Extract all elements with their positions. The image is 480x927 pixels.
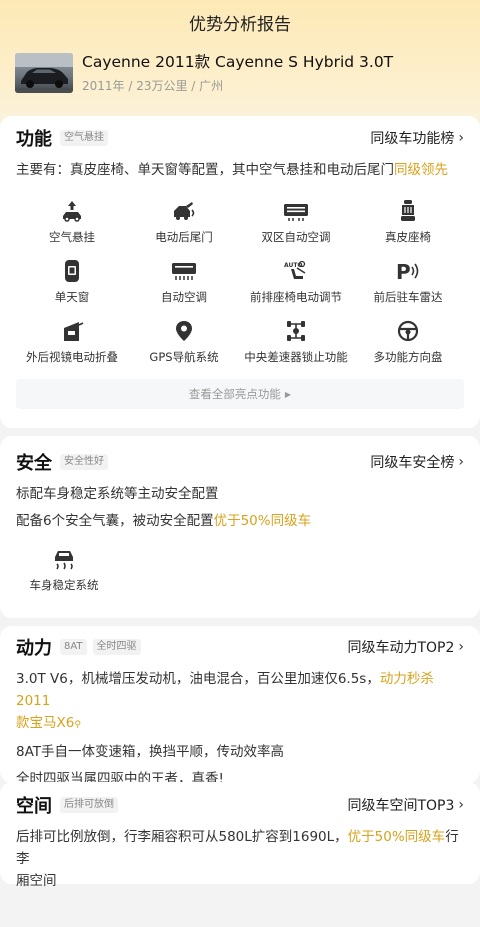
power-line-1: 3.0T V6，机械增压发动机，油电混合，百公里加速仅6.5s，动力秒杀 201… xyxy=(16,668,464,736)
parking-radar-icon: P xyxy=(395,259,421,283)
function-feature-grid: 空气悬挂 电动后尾门 双区自动空调 真皮座椅 单天窗 自动空调 AUTO 前排座… xyxy=(16,199,464,369)
view-all-label: 查看全部亮点功能 xyxy=(188,387,281,401)
search-icon[interactable]: ⚲ xyxy=(74,720,81,730)
feature-steering-wheel[interactable]: 多功能方向盘 xyxy=(352,319,464,369)
function-summary-text: 主要有：真皮座椅、单天窗等配置，其中空气悬挂和电动后尾门 xyxy=(16,162,394,178)
feature-label: 前后驻车雷达 xyxy=(373,290,443,304)
feature-parking-radar[interactable]: P 前后驻车雷达 xyxy=(352,259,464,309)
function-tag: 空气悬挂 xyxy=(60,130,108,146)
function-rank-link[interactable]: 同级车功能榜 › xyxy=(370,128,464,148)
chevron-right-icon: › xyxy=(458,454,464,470)
power-card: 动力 8AT 全时四驱 同级车动力TOP2 › 3.0T V6，机械增压发动机，… xyxy=(0,626,480,787)
safety-rank-link[interactable]: 同级车安全榜 › xyxy=(370,452,464,472)
chevron-right-icon: › xyxy=(458,130,464,146)
feature-leather-seat[interactable]: 真皮座椅 xyxy=(352,199,464,249)
space-line-1-text: 后排可比例放倒，行李厢容积可从580L扩容到1690L， xyxy=(16,829,348,845)
function-summary: 主要有：真皮座椅、单天窗等配置，其中空气悬挂和电动后尾门同级领先 xyxy=(16,159,464,181)
feature-stability-control[interactable]: 车身稳定系统 xyxy=(16,547,112,597)
feature-label: 前排座椅电动调节 xyxy=(250,290,342,304)
feature-gps[interactable]: GPS导航系统 xyxy=(128,319,240,369)
feature-label: 电动后尾门 xyxy=(155,230,213,244)
feature-label: 空气悬挂 xyxy=(49,230,95,244)
car-meta: 2011年 / 23万公里 / 广州 xyxy=(82,79,224,93)
feature-auto-ac[interactable]: 自动空调 xyxy=(128,259,240,309)
power-tag-transmission: 8AT xyxy=(60,639,87,655)
steering-wheel-icon xyxy=(395,319,421,343)
feature-mirror-fold[interactable]: 外后视镜电动折叠 xyxy=(16,319,128,369)
space-tag: 后排可放倒 xyxy=(60,797,118,813)
feature-air-suspension[interactable]: 空气悬挂 xyxy=(16,199,128,249)
sunroof-icon xyxy=(59,259,85,283)
chevron-right-icon: › xyxy=(458,639,464,655)
feature-label: GPS导航系统 xyxy=(149,350,219,364)
power-rank-link[interactable]: 同级车动力TOP2 › xyxy=(347,637,464,657)
space-rank-link[interactable]: 同级车空间TOP3 › xyxy=(347,795,464,815)
car-header[interactable]: Cayenne 2011款 Cayenne S Hybrid 3.0T 2011… xyxy=(15,52,393,94)
feature-label: 单天窗 xyxy=(54,290,90,304)
feature-dual-zone-ac[interactable]: 双区自动空调 xyxy=(240,199,352,249)
space-line-2: 厢空间 xyxy=(16,873,57,889)
power-tailgate-icon xyxy=(171,199,197,223)
svg-text:P: P xyxy=(396,260,411,283)
safety-line-2: 配备6个安全气囊，被动安全配置优于50%同级车 xyxy=(16,510,464,532)
dual-zone-ac-icon xyxy=(283,199,309,223)
space-line-1-highlight: 优于50%同级车 xyxy=(347,829,446,845)
auto-ac-icon xyxy=(171,259,197,283)
safety-rank-label: 同级车安全榜 xyxy=(370,455,455,471)
feature-label: 中央差速器锁止功能 xyxy=(244,350,348,364)
function-rank-label: 同级车功能榜 xyxy=(370,131,455,147)
power-compare-link[interactable]: 款宝马X6 xyxy=(16,715,74,731)
feature-diff-lock[interactable]: 中央差速器锁止功能 xyxy=(240,319,352,369)
function-summary-highlight: 同级领先 xyxy=(394,162,448,178)
safety-line-2-text: 配备6个安全气囊，被动安全配置 xyxy=(16,513,214,529)
safety-line-1: 标配车身稳定系统等主动安全配置 xyxy=(16,486,219,502)
feature-label: 车身稳定系统 xyxy=(29,578,99,592)
stability-control-icon xyxy=(51,547,77,571)
safety-line-2-highlight: 优于50%同级车 xyxy=(213,513,312,529)
page-title: 优势分析报告 xyxy=(189,15,291,35)
power-line-1-text: 3.0T V6，机械增压发动机，油电混合，百公里加速仅6.5s， xyxy=(16,671,380,687)
space-title: 空间 xyxy=(16,796,52,817)
power-title: 动力 xyxy=(16,638,52,659)
power-rank-label: 同级车动力TOP2 xyxy=(347,640,455,656)
function-card: 功能 空气悬挂 同级车功能榜 › 主要有：真皮座椅、单天窗等配置，其中空气悬挂和… xyxy=(0,116,480,428)
air-suspension-icon xyxy=(59,199,85,223)
triangle-right-icon: ▶ xyxy=(284,389,292,399)
function-title: 功能 xyxy=(16,129,52,150)
feature-sunroof[interactable]: 单天窗 xyxy=(16,259,128,309)
space-line-1: 后排可比例放倒，行李厢容积可从580L扩容到1690L，优于50%同级车行李 厢空… xyxy=(16,826,464,892)
space-rank-label: 同级车空间TOP3 xyxy=(347,798,455,814)
feature-label: 真皮座椅 xyxy=(385,230,431,244)
feature-label: 外后视镜电动折叠 xyxy=(26,350,118,364)
leather-seat-icon xyxy=(395,199,421,223)
diff-lock-icon xyxy=(283,319,309,343)
space-card: 空间 后排可放倒 同级车空间TOP3 › 后排可比例放倒，行李厢容积可从580L… xyxy=(0,782,480,889)
power-line-2: 8AT手自一体变速箱，换挡平顺，传动效率高 xyxy=(16,744,285,760)
view-all-features-button[interactable]: 查看全部亮点功能 ▶ xyxy=(16,379,464,409)
car-thumbnail xyxy=(15,53,73,93)
power-tag-drivetrain: 全时四驱 xyxy=(92,639,141,655)
safety-tag: 安全性好 xyxy=(60,454,108,470)
feature-power-seat[interactable]: AUTO 前排座椅电动调节 xyxy=(240,259,352,309)
feature-label: 自动空调 xyxy=(161,290,207,304)
gps-icon xyxy=(171,319,197,343)
feature-label: 双区自动空调 xyxy=(261,230,331,244)
chevron-right-icon: › xyxy=(458,797,464,813)
car-name: Cayenne 2011款 Cayenne S Hybrid 3.0T xyxy=(82,53,394,71)
feature-label: 多功能方向盘 xyxy=(373,350,443,364)
safety-title: 安全 xyxy=(16,453,52,474)
safety-card: 安全 安全性好 同级车安全榜 › 标配车身稳定系统等主动安全配置 配备6个安全气… xyxy=(0,436,480,618)
feature-power-tailgate[interactable]: 电动后尾门 xyxy=(128,199,240,249)
mirror-fold-icon xyxy=(59,319,85,343)
power-seat-icon: AUTO xyxy=(283,259,309,283)
